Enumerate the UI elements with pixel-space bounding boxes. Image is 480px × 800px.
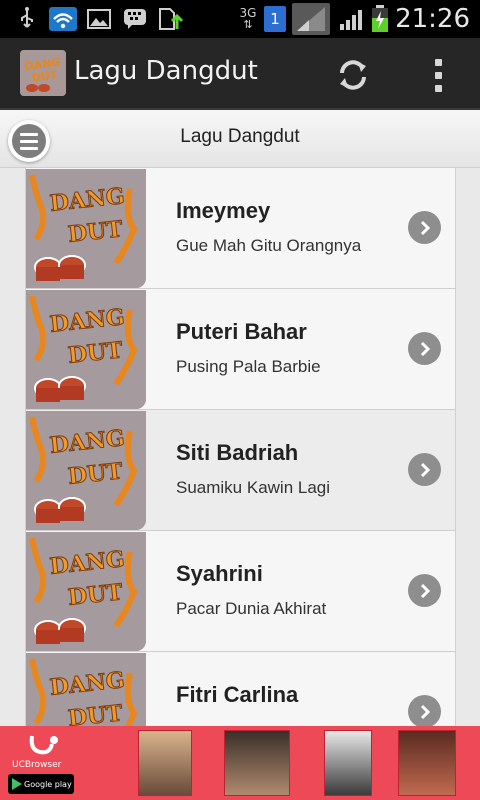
upload-icon xyxy=(156,6,184,32)
list-item[interactable]: DANG DUT Fitri Carlina xyxy=(26,652,455,726)
sim-slot-number: 1 xyxy=(270,10,280,28)
song-artist: Imeymey xyxy=(176,198,271,223)
song-title: Pusing Pala Barbie xyxy=(176,357,321,376)
network-type-icon: 3G ⇅ xyxy=(239,6,257,31)
bbm-icon xyxy=(122,6,148,32)
dangdut-thumbnail: DANG DUT xyxy=(26,653,146,726)
song-title: Pacar Dunia Akhirat xyxy=(176,599,327,618)
list-item[interactable]: DANG DUT Puteri Bahar Pusing Pala Barbie xyxy=(26,289,455,410)
chevron-right-icon[interactable] xyxy=(408,453,441,486)
chevron-right-icon[interactable] xyxy=(408,574,441,607)
song-artist: Fitri Carlina xyxy=(176,682,299,707)
refresh-button[interactable] xyxy=(330,52,376,98)
list-item[interactable]: DANG DUT Imeymey Gue Mah Gitu Orangnya xyxy=(26,168,455,289)
dangdut-thumbnail: DANG DUT xyxy=(26,411,146,530)
chevron-right-icon[interactable] xyxy=(408,695,441,726)
ad-photo[interactable] xyxy=(398,730,456,796)
ad-photo[interactable] xyxy=(224,730,290,796)
ad-photo[interactable] xyxy=(324,730,372,796)
ad-brand-name: UCBrowser xyxy=(12,760,62,770)
app-title: Lagu Dangdut xyxy=(74,56,258,86)
chevron-right-icon[interactable] xyxy=(408,332,441,365)
song-title: Suamiku Kawin Lagi xyxy=(176,478,331,497)
usb-icon xyxy=(16,6,38,32)
action-bar: DANG DUT Lagu Dangdut xyxy=(0,38,480,110)
song-title: Gue Mah Gitu Orangnya xyxy=(176,236,362,255)
gallery-icon xyxy=(86,6,112,32)
clock: 21:26 xyxy=(395,4,470,34)
ad-banner[interactable]: UCBrowser Google play xyxy=(0,726,480,800)
list-item[interactable]: DANG DUT Syahrini Pacar Dunia Akhirat xyxy=(26,531,455,652)
page-header: Lagu Dangdut xyxy=(0,110,480,168)
song-artist: Syahrini xyxy=(176,561,263,586)
google-play-label: Google play xyxy=(24,779,72,789)
overflow-dot xyxy=(434,84,442,92)
overflow-dot xyxy=(434,58,442,66)
wifi-icon xyxy=(48,6,78,32)
page-title: Lagu Dangdut xyxy=(180,126,300,147)
song-artist: Siti Badriah xyxy=(176,440,299,465)
song-artist: Puteri Bahar xyxy=(176,319,307,344)
battery-charging-icon xyxy=(370,5,390,32)
refresh-icon xyxy=(340,60,366,90)
dangdut-thumbnail: DANG DUT xyxy=(26,290,146,409)
app-logo[interactable]: DANG DUT xyxy=(20,50,66,96)
chevron-right-icon[interactable] xyxy=(408,211,441,244)
status-bar: 3G ⇅ 1 21:26 xyxy=(0,0,480,38)
list-item[interactable]: DANG DUT Siti Badriah Suamiku Kawin Lagi xyxy=(26,410,455,531)
signal-bars-icon xyxy=(338,6,364,32)
overflow-dot xyxy=(434,71,442,79)
dangdut-thumbnail: DANG DUT xyxy=(26,169,146,288)
dangdut-thumbnail: DANG DUT xyxy=(26,532,146,651)
sim-slot-badge: 1 xyxy=(264,6,286,32)
ad-photo[interactable] xyxy=(138,730,192,796)
google-play-badge[interactable]: Google play xyxy=(8,774,74,794)
overflow-menu-button[interactable] xyxy=(420,52,456,98)
signal-icon xyxy=(292,3,330,35)
song-list: DANG DUT Imeymey Gue Mah Gitu Orangnya D… xyxy=(25,168,456,726)
